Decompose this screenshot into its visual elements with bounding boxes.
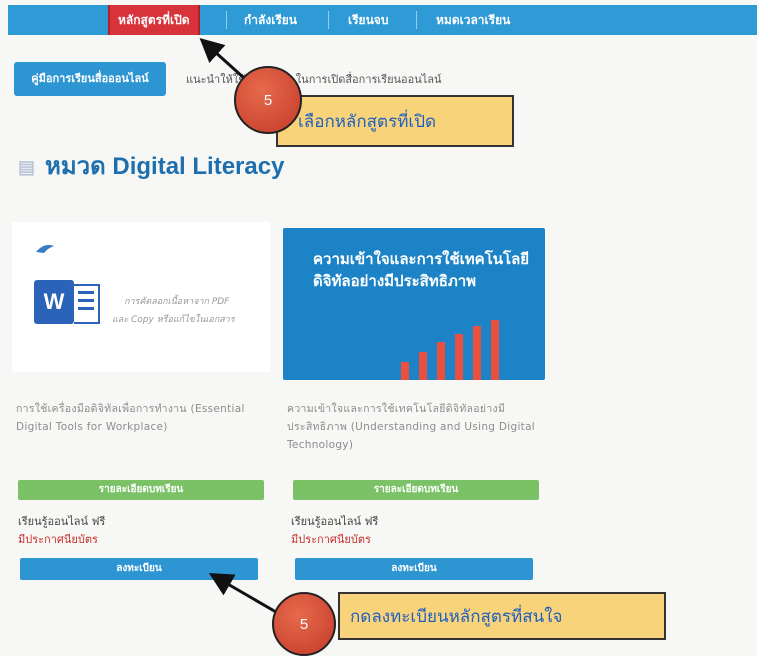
step-badge: 5 bbox=[234, 66, 302, 134]
annotation-text: เลือกหลักสูตรที่เปิด bbox=[298, 111, 437, 132]
arrow-to-register-icon bbox=[208, 572, 277, 614]
arrow-to-open-courses-icon bbox=[199, 37, 246, 80]
annotation-text: กดลงทะเบียนหลักสูตรที่สนใจ bbox=[350, 606, 563, 627]
annotation-callout: เลือกหลักสูตรที่เปิด bbox=[276, 95, 514, 147]
annotation-callout: กดลงทะเบียนหลักสูตรที่สนใจ bbox=[338, 592, 666, 640]
step-badge: 5 bbox=[272, 592, 336, 656]
